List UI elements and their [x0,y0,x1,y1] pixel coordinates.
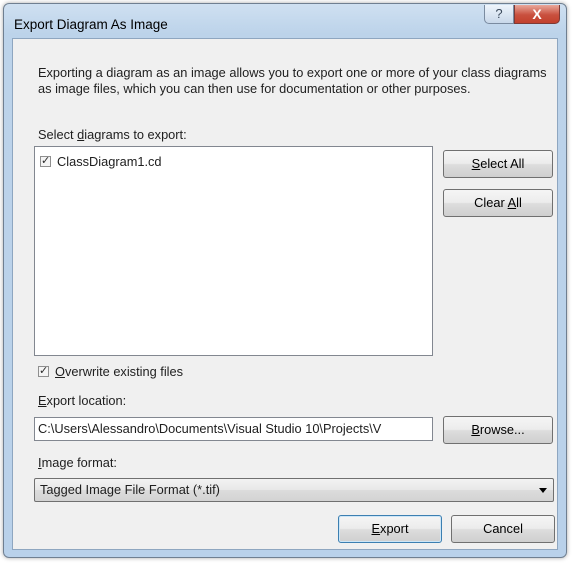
diagrams-listbox[interactable]: ✓ ClassDiagram1.cd [34,146,433,356]
close-icon: X [532,6,542,22]
dialog-body: Exporting a diagram as an image allows y… [12,38,558,550]
select-all-button[interactable]: Select All [443,150,553,178]
description-text: Exporting a diagram as an image allows y… [38,65,547,96]
close-button[interactable]: X [514,5,560,24]
browse-button[interactable]: Browse... [443,416,553,444]
export-location-label: Export location: [38,393,127,408]
export-diagram-dialog: Export Diagram As Image ? X Exporting a … [3,3,567,558]
select-diagrams-label: Select diagrams to export: [38,127,187,142]
overwrite-checkbox[interactable]: ✓ [38,364,49,377]
cancel-button[interactable]: Cancel [451,515,555,543]
check-icon: ✓ [41,153,51,167]
list-item[interactable]: ✓ ClassDiagram1.cd [40,153,162,169]
clear-all-button[interactable]: Clear All [443,189,553,217]
diagram-label: ClassDiagram1.cd [57,153,162,169]
overwrite-option[interactable]: ✓ Overwrite existing files [38,364,183,379]
image-format-label: Image format: [38,455,117,470]
check-icon: ✓ [39,364,49,377]
help-icon: ? [495,6,503,21]
help-button[interactable]: ? [484,5,514,24]
export-location-input[interactable]: C:\Users\Alessandro\Documents\Visual Stu… [34,417,433,441]
diagram-checkbox[interactable]: ✓ [40,153,51,167]
overwrite-label: Overwrite existing files [55,364,184,379]
title-bar[interactable]: Export Diagram As Image ? X [4,4,566,38]
chevron-down-icon [539,488,547,493]
image-format-value: Tagged Image File Format (*.tif) [40,482,220,497]
dialog-title: Export Diagram As Image [14,17,168,32]
export-button[interactable]: Export [338,515,442,543]
image-format-select[interactable]: Tagged Image File Format (*.tif) [34,478,554,502]
